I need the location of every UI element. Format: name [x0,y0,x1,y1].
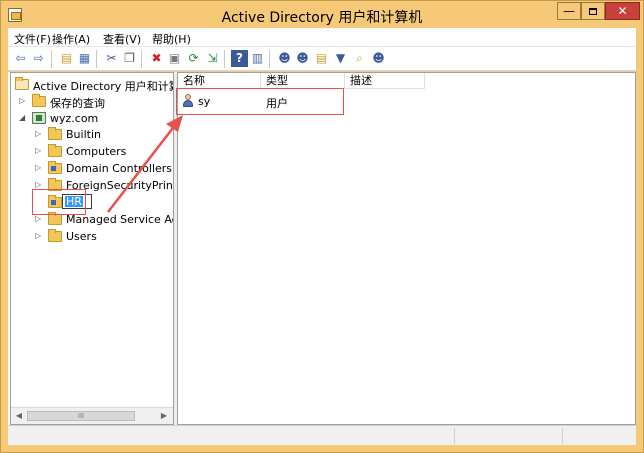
annotation-arrow [107,115,183,213]
arrow-shaft [107,123,177,213]
arrow-head [166,115,183,132]
